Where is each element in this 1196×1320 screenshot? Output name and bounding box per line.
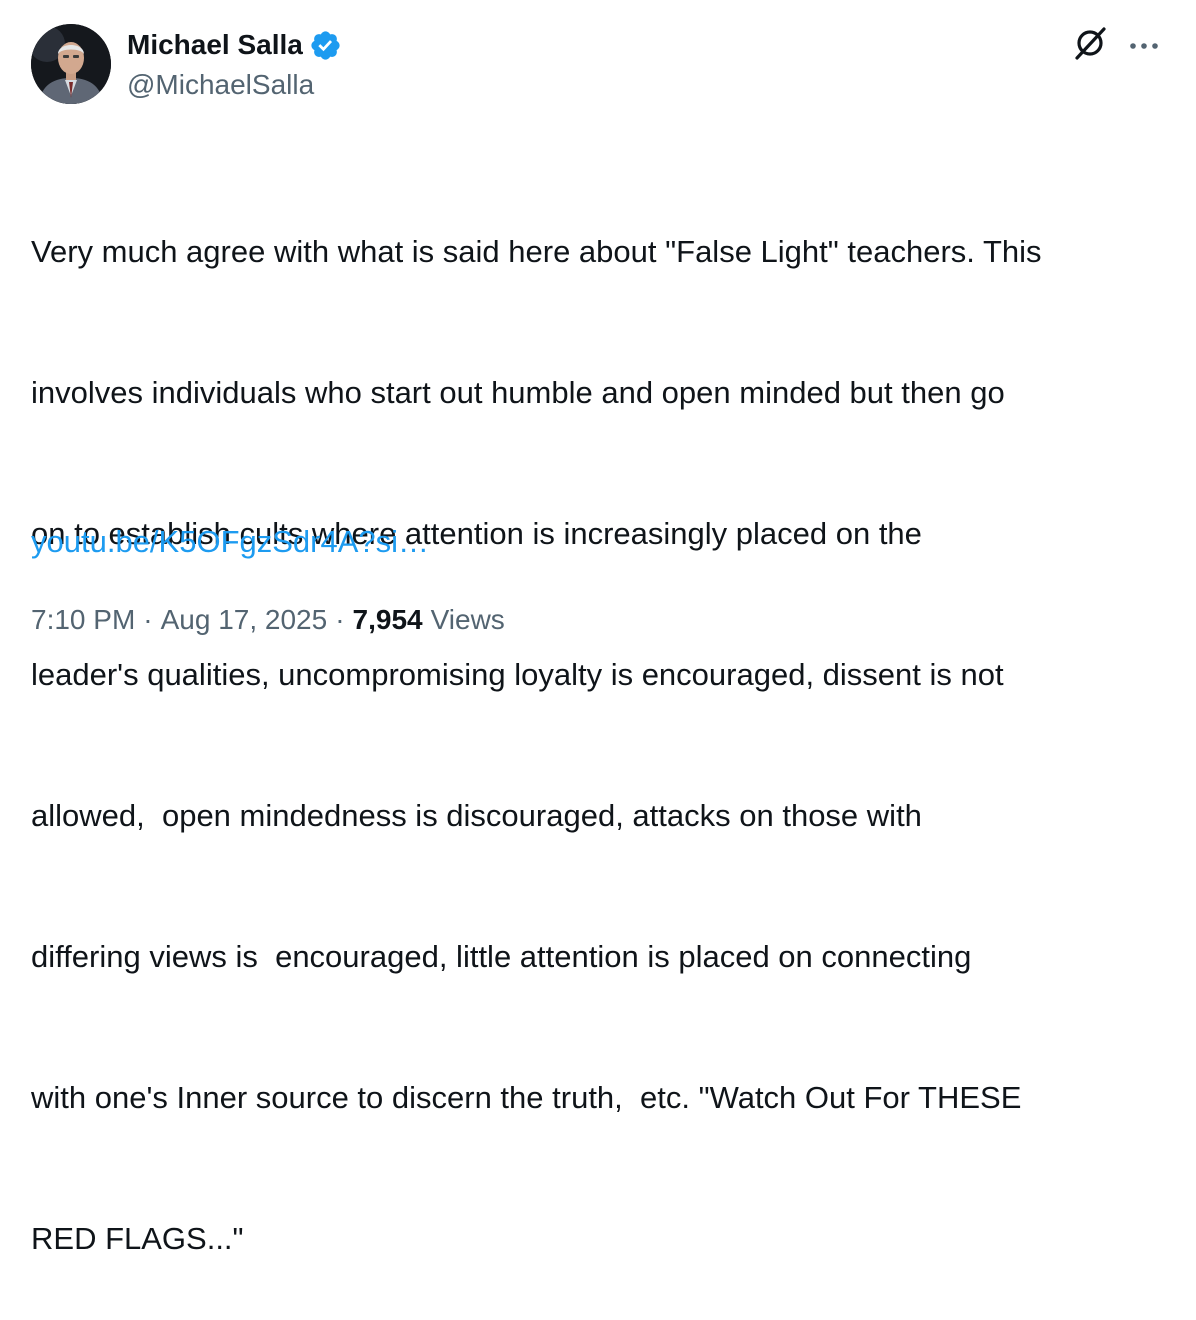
tweet-text-line: RED FLAGS..." (31, 1221, 244, 1256)
grok-icon (1071, 24, 1109, 67)
tweet-date[interactable]: Aug 17, 2025 (161, 601, 328, 639)
tweet-time[interactable]: 7:10 PM (31, 601, 135, 639)
avatar[interactable] (31, 24, 111, 104)
tweet-meta: 7:10 PM · Aug 17, 2025 · 7,954 Views (31, 601, 505, 639)
tweet-text-line: with one's Inner source to discern the t… (31, 1080, 1022, 1115)
tweet-text-line: leader's qualities, uncompromising loyal… (31, 657, 1004, 692)
tweet-text-line: allowed, open mindedness is discouraged,… (31, 798, 922, 833)
grok-button[interactable] (1069, 24, 1111, 66)
tweet-link[interactable]: youtu.be/K5OFgzSdr4A?si… (31, 518, 429, 565)
verified-badge-icon[interactable] (309, 29, 342, 62)
author-display-name[interactable]: Michael Salla (127, 26, 303, 64)
tweet-text-line: Very much agree with what is said here a… (31, 234, 1042, 269)
avatar-photo (31, 24, 111, 104)
more-icon (1129, 37, 1159, 55)
tweet-text-line: differing views is encouraged, little at… (31, 939, 972, 974)
tweet-text-line: involves individuals who start out humbl… (31, 375, 1005, 410)
author-name-row: Michael Salla (127, 26, 342, 64)
author-handle[interactable]: @MichaelSalla (127, 67, 314, 103)
meta-separator: · (143, 604, 153, 635)
views-label: Views (430, 604, 505, 635)
views-count: 7,954 (352, 604, 423, 635)
tweet-text: Very much agree with what is said here a… (31, 134, 1171, 1320)
more-options-button[interactable] (1124, 26, 1164, 66)
meta-separator: · (335, 604, 345, 635)
